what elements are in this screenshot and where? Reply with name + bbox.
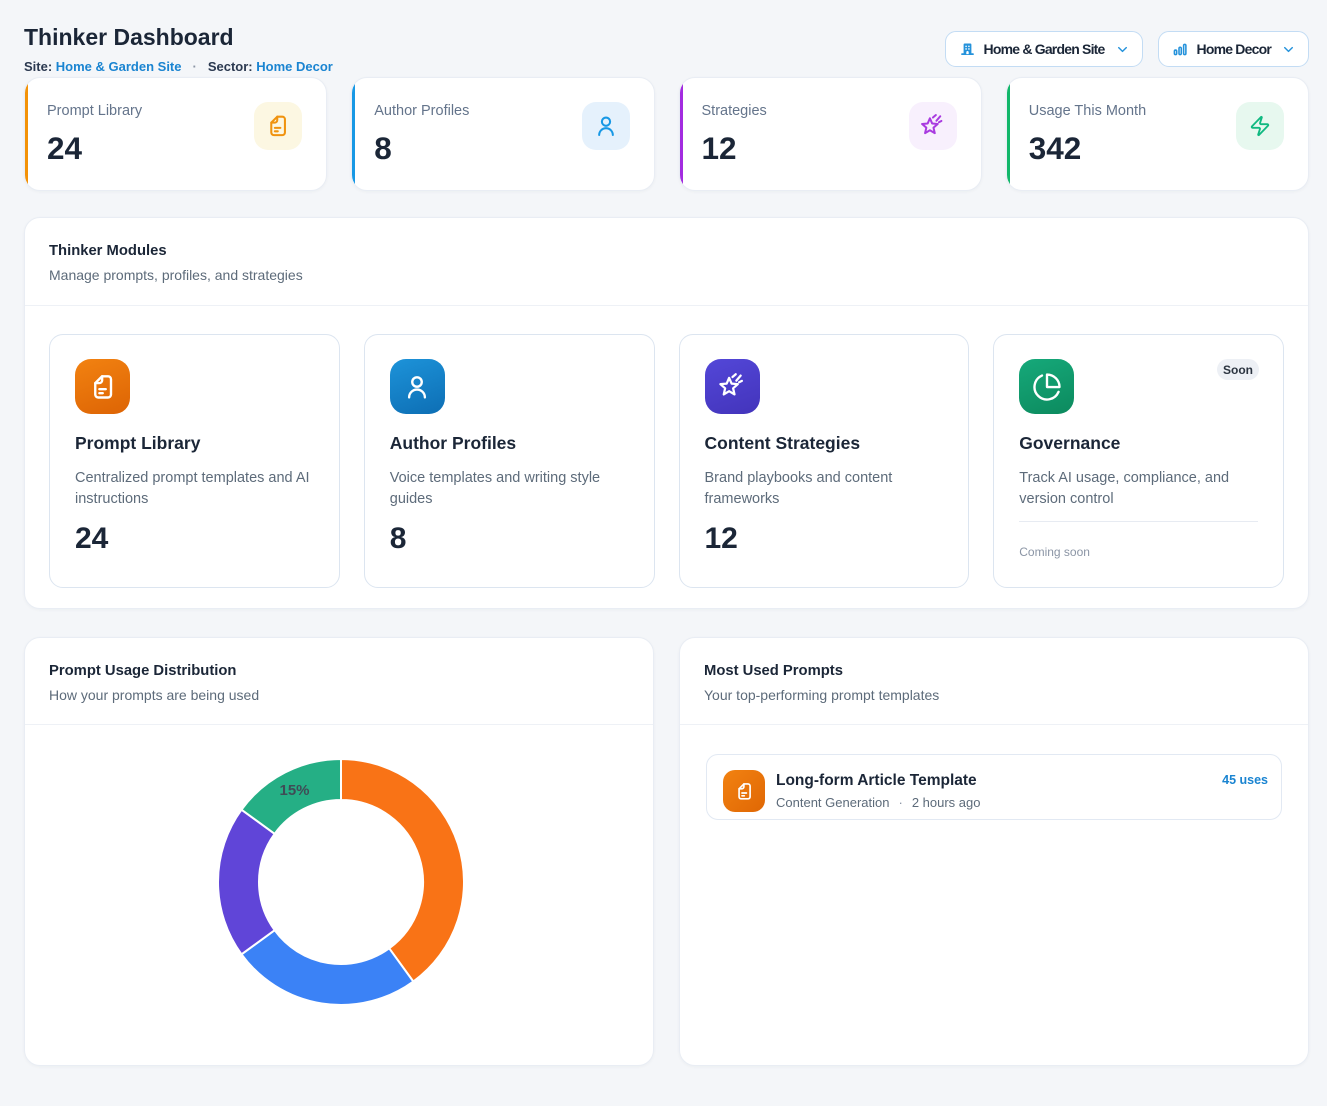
svg-text:15%: 15% (279, 782, 309, 799)
